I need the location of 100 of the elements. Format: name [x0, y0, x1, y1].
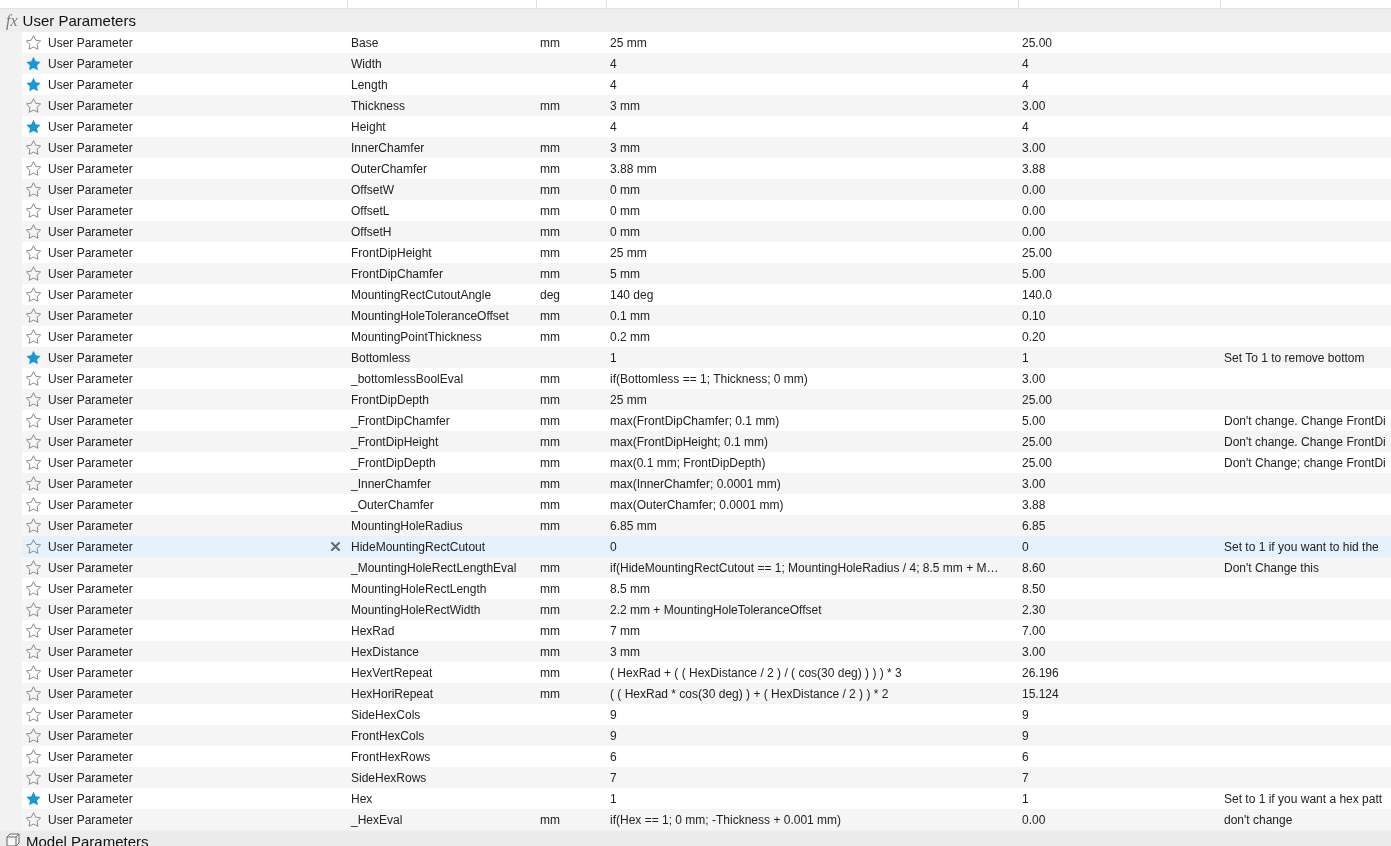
star-icon[interactable]: [26, 182, 41, 197]
star-icon[interactable]: [26, 539, 41, 554]
star-icon[interactable]: [26, 749, 41, 764]
star-icon[interactable]: [26, 434, 41, 449]
star-icon[interactable]: [26, 560, 41, 575]
star-icon[interactable]: [26, 623, 41, 638]
parameter-expression[interactable]: 7: [610, 770, 617, 785]
parameter-expression[interactable]: max(0.1 mm; FrontDipDepth): [610, 455, 766, 470]
parameter-expression[interactable]: 140 deg: [610, 287, 654, 302]
parameter-expression[interactable]: 4: [610, 119, 617, 134]
parameter-expression[interactable]: max(FrontDipHeight; 0.1 mm): [610, 434, 769, 449]
parameter-expression[interactable]: 0.2 mm: [610, 329, 650, 344]
parameter-expression[interactable]: 25 mm: [610, 35, 647, 50]
parameter-row[interactable]: User Parameter Length 4 4: [22, 74, 1391, 95]
parameter-row[interactable]: User Parameter HideMountingRectCutout 0 0 Set to 1 if you want to hid the: [22, 536, 1391, 557]
star-icon[interactable]: [26, 770, 41, 785]
star-icon[interactable]: [26, 392, 41, 407]
parameter-row[interactable]: User Parameter MountingPointThickness mm 0.2 mm 0.20: [22, 326, 1391, 347]
parameter-comment[interactable]: Don't Change this: [1224, 560, 1319, 575]
parameter-row[interactable]: User Parameter HexRad mm 7 mm 7.00: [22, 620, 1391, 641]
star-icon[interactable]: [26, 245, 41, 260]
cross-icon[interactable]: [331, 542, 340, 551]
parameter-row[interactable]: User Parameter MountingRectCutoutAngle deg 140 deg 140.0: [22, 284, 1391, 305]
parameter-expression[interactable]: 3 mm: [610, 140, 640, 155]
parameter-expression[interactable]: 2.2 mm + MountingHoleToleranceOffset: [610, 602, 822, 617]
parameter-comment[interactable]: Set To 1 to remove bottom: [1224, 350, 1365, 365]
star-icon[interactable]: [26, 791, 41, 806]
star-icon[interactable]: [26, 812, 41, 827]
star-icon[interactable]: [26, 203, 41, 218]
star-icon[interactable]: [26, 161, 41, 176]
parameter-expression[interactable]: 1: [610, 791, 617, 806]
parameter-row[interactable]: User Parameter _OuterChamfer mm max(OuterChamfer; 0.0001 mm) 3.88: [22, 494, 1391, 515]
parameter-row[interactable]: User Parameter MountingHoleRectLength mm 8.5 mm 8.50: [22, 578, 1391, 599]
group-header[interactable]: fx User Parameters: [0, 9, 1391, 32]
parameter-expression[interactable]: 7 mm: [610, 623, 640, 638]
parameter-expression[interactable]: 0 mm: [610, 203, 640, 218]
parameter-expression[interactable]: 25 mm: [610, 245, 647, 260]
star-icon[interactable]: [26, 140, 41, 155]
parameter-expression[interactable]: 6: [610, 749, 617, 764]
star-icon[interactable]: [26, 350, 41, 365]
star-icon[interactable]: [26, 602, 41, 617]
parameter-row[interactable]: User Parameter _bottomlessBoolEval mm if(Bottomless == 1; Thickness; 0 mm) 3.00: [22, 368, 1391, 389]
parameter-expression[interactable]: 9: [610, 728, 617, 743]
parameter-expression[interactable]: ( ( HexRad * cos(30 deg) ) + ( HexDistance / 2 ) ) * 2: [610, 686, 889, 701]
parameter-expression[interactable]: 4: [610, 56, 617, 71]
parameter-expression[interactable]: max(InnerChamfer; 0.0001 mm): [610, 476, 781, 491]
parameter-comment[interactable]: Don't change. Change FrontDi: [1224, 434, 1386, 449]
parameter-expression[interactable]: 8.5 mm: [610, 581, 650, 596]
parameter-expression[interactable]: 0.1 mm: [610, 308, 650, 323]
star-icon[interactable]: [26, 98, 41, 113]
parameter-row[interactable]: User Parameter OffsetL mm 0 mm 0.00: [22, 200, 1391, 221]
parameter-expression[interactable]: 5 mm: [610, 266, 640, 281]
parameter-expression[interactable]: if(HideMountingRectCutout == 1; MountingHoleRadius / 4; 8.5 mm + M…: [610, 560, 999, 575]
parameter-expression[interactable]: 0 mm: [610, 224, 640, 239]
parameter-expression[interactable]: 0 mm: [610, 182, 640, 197]
parameter-expression[interactable]: 3 mm: [610, 98, 640, 113]
star-icon[interactable]: [26, 35, 41, 50]
parameter-expression[interactable]: max(OuterChamfer; 0.0001 mm): [610, 497, 784, 512]
star-icon[interactable]: [26, 224, 41, 239]
star-icon[interactable]: [26, 119, 41, 134]
star-icon[interactable]: [26, 287, 41, 302]
star-icon[interactable]: [26, 497, 41, 512]
star-icon[interactable]: [26, 644, 41, 659]
parameter-comment[interactable]: Set to 1 if you want a hex patt: [1224, 791, 1383, 806]
star-icon[interactable]: [26, 371, 41, 386]
star-icon[interactable]: [26, 518, 41, 533]
parameter-row[interactable]: User Parameter Base mm 25 mm 25.00: [22, 32, 1391, 53]
parameter-expression[interactable]: 3.88 mm: [610, 161, 657, 176]
parameter-expression[interactable]: 25 mm: [610, 392, 647, 407]
parameter-row[interactable]: User Parameter _FrontDipChamfer mm max(FrontDipChamfer; 0.1 mm) 5.00 Don't change. Change FrontDi: [22, 410, 1391, 431]
star-icon[interactable]: [26, 77, 41, 92]
star-icon[interactable]: [26, 266, 41, 281]
star-icon[interactable]: [26, 308, 41, 323]
parameter-expression[interactable]: 6.85 mm: [610, 518, 657, 533]
parameter-expression[interactable]: max(FrontDipChamfer; 0.1 mm): [610, 413, 780, 428]
star-icon[interactable]: [26, 476, 41, 491]
star-icon[interactable]: [26, 413, 41, 428]
star-icon[interactable]: [26, 56, 41, 71]
parameter-expression[interactable]: 0: [610, 539, 617, 554]
parameter-expression[interactable]: ( HexRad + ( ( HexDistance / 2 ) / ( cos(30 deg) ) ) ) * 3: [610, 665, 902, 680]
star-icon[interactable]: [26, 707, 41, 722]
star-icon[interactable]: [26, 665, 41, 680]
parameter-comment[interactable]: Don't Change; change FrontDi: [1224, 455, 1386, 470]
parameter-row[interactable]: User Parameter FrontHexRows 6 6: [22, 746, 1391, 767]
parameter-comment[interactable]: Don't change. Change FrontDi: [1224, 413, 1386, 428]
parameter-expression[interactable]: 1: [610, 350, 617, 365]
parameter-row[interactable]: User Parameter OuterChamfer mm 3.88 mm 3.88: [22, 158, 1391, 179]
star-icon[interactable]: [26, 455, 41, 470]
parameter-expression[interactable]: 4: [610, 77, 617, 92]
parameter-expression[interactable]: if(Bottomless == 1; Thickness; 0 mm): [610, 371, 808, 386]
parameter-row[interactable]: User Parameter FrontDipHeight mm 25 mm 25.00: [22, 242, 1391, 263]
parameter-row[interactable]: User Parameter HexVertRepeat mm ( HexRad + ( ( HexDistance / 2 ) / ( cos(30 deg) ) ) ) * 3 26.196: [22, 662, 1391, 683]
parameter-comment[interactable]: don't change: [1224, 812, 1293, 827]
parameter-row[interactable]: User Parameter SideHexCols 9 9: [22, 704, 1391, 725]
star-icon[interactable]: [26, 329, 41, 344]
parameter-expression[interactable]: if(Hex == 1; 0 mm; -Thickness + 0.001 mm): [610, 812, 842, 827]
parameter-row[interactable]: User Parameter _FrontDipDepth mm max(0.1 mm; FrontDipDepth) 25.00 Don't Change; change FrontDi: [22, 452, 1391, 473]
star-icon[interactable]: [26, 581, 41, 596]
star-icon[interactable]: [26, 728, 41, 743]
parameter-row[interactable]: User Parameter Height 4 4: [22, 116, 1391, 137]
